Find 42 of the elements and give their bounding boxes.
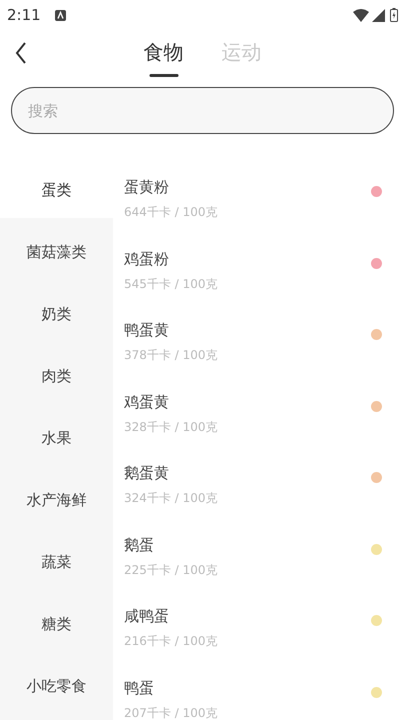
food-row[interactable]: 鸡蛋粉 545千卡 / 100克: [113, 228, 405, 299]
food-energy: 378千卡 / 100克: [124, 347, 218, 364]
food-name: 鹅蛋: [124, 534, 155, 555]
category-item[interactable]: 奶类: [0, 280, 113, 342]
food-name: 鸭蛋黄: [124, 320, 170, 340]
food-name: 鸡蛋黄: [124, 392, 170, 412]
food-row[interactable]: 蛋黄粉 644千卡 / 100克: [113, 156, 405, 228]
tab-indicator: [149, 74, 178, 77]
search-field[interactable]: 搜索: [11, 87, 394, 134]
battery-icon: [390, 8, 398, 22]
signal-icon: [372, 8, 385, 22]
category-item[interactable]: 肉类: [0, 342, 113, 404]
food-energy: 207千卡 / 100克: [124, 704, 218, 720]
category-item[interactable]: 菌菇藻类: [0, 218, 113, 280]
category-item[interactable]: 水产海鲜: [0, 466, 113, 528]
food-energy: 328千卡 / 100克: [124, 418, 218, 435]
food-name: 鸡蛋粉: [124, 248, 170, 269]
food-row[interactable]: 鸭蛋 207千卡 / 100克: [113, 656, 405, 720]
notification-icon: [54, 10, 66, 20]
food-row[interactable]: 鸡蛋黄 328千卡 / 100克: [113, 370, 405, 442]
category-item[interactable]: 小吃零食: [0, 652, 113, 714]
status-time: 2:11: [7, 4, 41, 26]
back-icon: [15, 42, 27, 64]
food-row[interactable]: 鹅蛋 225千卡 / 100克: [113, 514, 405, 585]
tab[interactable]: 食物: [144, 37, 184, 79]
food-name: 鹅蛋黄: [124, 463, 170, 484]
food-energy: 644千卡 / 100克: [124, 204, 218, 220]
category-item[interactable]: 水果: [0, 404, 113, 466]
wifi-icon: [353, 8, 369, 22]
food-name: 咸鸭蛋: [124, 606, 170, 626]
food-energy: 324千卡 / 100克: [124, 490, 218, 506]
category-item[interactable]: 蛋类: [0, 156, 113, 218]
category-item[interactable]: 蔬菜: [0, 528, 113, 590]
food-name: 鸭蛋: [124, 678, 155, 698]
food-energy: 216千卡 / 100克: [124, 633, 218, 650]
food-name: 蛋黄粉: [124, 177, 170, 198]
category-item[interactable]: 糖类: [0, 590, 113, 652]
food-energy: 225千卡 / 100克: [124, 562, 218, 578]
food-row[interactable]: 鹅蛋黄 324千卡 / 100克: [113, 442, 405, 514]
food-row[interactable]: 鸭蛋黄 378千卡 / 100克: [113, 299, 405, 370]
food-energy: 545千卡 / 100克: [124, 276, 218, 292]
food-row[interactable]: 咸鸭蛋 216千卡 / 100克: [113, 585, 405, 656]
